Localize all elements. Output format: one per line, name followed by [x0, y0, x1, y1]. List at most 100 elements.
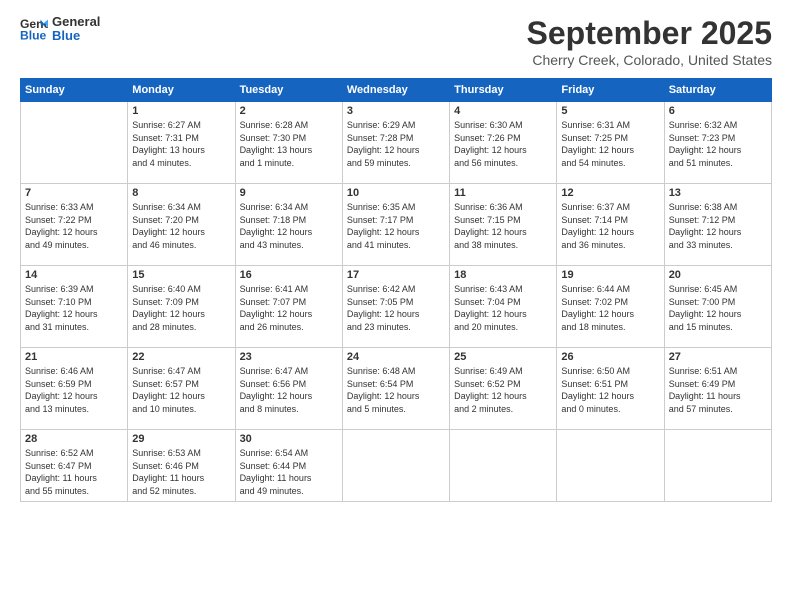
calendar-cell: 21 Sunrise: 6:46 AMSunset: 6:59 PMDayligh…	[21, 348, 128, 430]
day-number: 30	[240, 433, 338, 445]
weekday-header-monday: Monday	[128, 79, 235, 102]
day-info: Sunrise: 6:47 AMSunset: 6:57 PMDaylight:…	[132, 365, 230, 415]
calendar-cell: 24Sunrise: 6:48 AMSunset: 6:54 PMDayligh…	[342, 348, 449, 430]
calendar-cell: 7 Sunrise: 6:33 AMSunset: 7:22 PMDaylight…	[21, 184, 128, 266]
day-number: 23	[240, 351, 338, 363]
calendar-cell: 2 Sunrise: 6:28 AMSunset: 7:30 PMDaylight…	[235, 102, 342, 184]
calendar-cell	[557, 430, 664, 502]
day-info: Sunrise: 6:51 AMSunset: 6:49 PMDaylight:…	[669, 365, 767, 415]
calendar-cell: 5 Sunrise: 6:31 AMSunset: 7:25 PMDaylight…	[557, 102, 664, 184]
calendar-cell: 28Sunrise: 6:52 AMSunset: 6:47 PMDayligh…	[21, 430, 128, 502]
calendar-table: SundayMondayTuesdayWednesdayThursdayFrid…	[20, 78, 772, 502]
logo-icon: General Blue	[20, 15, 48, 43]
day-number: 22	[132, 351, 230, 363]
day-number: 26	[561, 351, 659, 363]
month-title: September 2025	[527, 15, 772, 52]
day-number: 1	[132, 105, 230, 117]
logo-text-blue: Blue	[52, 29, 100, 43]
calendar-cell: 12Sunrise: 6:37 AMSunset: 7:14 PMDayligh…	[557, 184, 664, 266]
day-number: 27	[669, 351, 767, 363]
calendar-cell: 27 Sunrise: 6:51 AMSunset: 6:49 PMDayligh…	[664, 348, 771, 430]
calendar-cell	[450, 430, 557, 502]
calendar-cell	[21, 102, 128, 184]
calendar-cell: 30 Sunrise: 6:54 AMSunset: 6:44 PMDayligh…	[235, 430, 342, 502]
calendar-cell: 15 Sunrise: 6:40 AMSunset: 7:09 PMDayligh…	[128, 266, 235, 348]
day-info: Sunrise: 6:28 AMSunset: 7:30 PMDaylight:…	[240, 119, 338, 169]
day-info: Sunrise: 6:27 AMSunset: 7:31 PMDaylight:…	[132, 119, 230, 169]
day-number: 11	[454, 187, 552, 199]
day-info: Sunrise: 6:35 AMSunset: 7:17 PMDaylight:…	[347, 201, 445, 251]
calendar-cell: 1 Sunrise: 6:27 AMSunset: 7:31 PMDaylight…	[128, 102, 235, 184]
day-info: Sunrise: 6:33 AMSunset: 7:22 PMDaylight:…	[25, 201, 123, 251]
day-number: 9	[240, 187, 338, 199]
calendar-week-row: 1 Sunrise: 6:27 AMSunset: 7:31 PMDaylight…	[21, 102, 772, 184]
calendar-cell: 25Sunrise: 6:49 AMSunset: 6:52 PMDayligh…	[450, 348, 557, 430]
calendar-cell: 17 Sunrise: 6:42 AMSunset: 7:05 PMDayligh…	[342, 266, 449, 348]
day-number: 3	[347, 105, 445, 117]
calendar-cell: 8 Sunrise: 6:34 AMSunset: 7:20 PMDaylight…	[128, 184, 235, 266]
calendar-cell: 26 Sunrise: 6:50 AMSunset: 6:51 PMDayligh…	[557, 348, 664, 430]
header: General Blue General Blue September 2025…	[20, 15, 772, 68]
day-info: Sunrise: 6:29 AMSunset: 7:28 PMDaylight:…	[347, 119, 445, 169]
day-number: 6	[669, 105, 767, 117]
calendar-cell	[342, 430, 449, 502]
day-number: 15	[132, 269, 230, 281]
calendar-week-row: 7 Sunrise: 6:33 AMSunset: 7:22 PMDaylight…	[21, 184, 772, 266]
day-info: Sunrise: 6:40 AMSunset: 7:09 PMDaylight:…	[132, 283, 230, 333]
day-info: Sunrise: 6:44 AMSunset: 7:02 PMDaylight:…	[561, 283, 659, 333]
day-info: Sunrise: 6:46 AMSunset: 6:59 PMDaylight:…	[25, 365, 123, 415]
calendar-cell	[664, 430, 771, 502]
calendar-cell: 10 Sunrise: 6:35 AMSunset: 7:17 PMDayligh…	[342, 184, 449, 266]
calendar-cell: 4 Sunrise: 6:30 AMSunset: 7:26 PMDaylight…	[450, 102, 557, 184]
day-number: 21	[25, 351, 123, 363]
page: General Blue General Blue September 2025…	[0, 0, 792, 612]
location-subtitle: Cherry Creek, Colorado, United States	[527, 52, 772, 68]
day-info: Sunrise: 6:34 AMSunset: 7:18 PMDaylight:…	[240, 201, 338, 251]
calendar-cell: 14 Sunrise: 6:39 AMSunset: 7:10 PMDayligh…	[21, 266, 128, 348]
calendar-cell: 13Sunrise: 6:38 AMSunset: 7:12 PMDayligh…	[664, 184, 771, 266]
calendar-header-row: SundayMondayTuesdayWednesdayThursdayFrid…	[21, 79, 772, 102]
weekday-header-friday: Friday	[557, 79, 664, 102]
calendar-week-row: 14 Sunrise: 6:39 AMSunset: 7:10 PMDayligh…	[21, 266, 772, 348]
calendar-cell: 6 Sunrise: 6:32 AMSunset: 7:23 PMDaylight…	[664, 102, 771, 184]
day-number: 13	[669, 187, 767, 199]
title-area: September 2025 Cherry Creek, Colorado, U…	[527, 15, 772, 68]
svg-text:Blue: Blue	[20, 29, 47, 43]
day-number: 14	[25, 269, 123, 281]
day-number: 4	[454, 105, 552, 117]
day-info: Sunrise: 6:50 AMSunset: 6:51 PMDaylight:…	[561, 365, 659, 415]
day-number: 7	[25, 187, 123, 199]
weekday-header-thursday: Thursday	[450, 79, 557, 102]
day-info: Sunrise: 6:43 AMSunset: 7:04 PMDaylight:…	[454, 283, 552, 333]
day-info: Sunrise: 6:34 AMSunset: 7:20 PMDaylight:…	[132, 201, 230, 251]
logo: General Blue General Blue	[20, 15, 100, 44]
day-info: Sunrise: 6:37 AMSunset: 7:14 PMDaylight:…	[561, 201, 659, 251]
weekday-header-sunday: Sunday	[21, 79, 128, 102]
day-info: Sunrise: 6:42 AMSunset: 7:05 PMDaylight:…	[347, 283, 445, 333]
calendar-week-row: 21 Sunrise: 6:46 AMSunset: 6:59 PMDayligh…	[21, 348, 772, 430]
day-number: 2	[240, 105, 338, 117]
day-number: 17	[347, 269, 445, 281]
day-number: 10	[347, 187, 445, 199]
logo-text-general: General	[52, 15, 100, 29]
day-number: 29	[132, 433, 230, 445]
calendar-cell: 23 Sunrise: 6:47 AMSunset: 6:56 PMDayligh…	[235, 348, 342, 430]
weekday-header-wednesday: Wednesday	[342, 79, 449, 102]
day-number: 8	[132, 187, 230, 199]
calendar-cell: 16 Sunrise: 6:41 AMSunset: 7:07 PMDayligh…	[235, 266, 342, 348]
calendar-cell: 3 Sunrise: 6:29 AMSunset: 7:28 PMDaylight…	[342, 102, 449, 184]
day-info: Sunrise: 6:30 AMSunset: 7:26 PMDaylight:…	[454, 119, 552, 169]
day-info: Sunrise: 6:54 AMSunset: 6:44 PMDaylight:…	[240, 447, 338, 497]
day-info: Sunrise: 6:32 AMSunset: 7:23 PMDaylight:…	[669, 119, 767, 169]
day-number: 28	[25, 433, 123, 445]
day-number: 5	[561, 105, 659, 117]
day-info: Sunrise: 6:31 AMSunset: 7:25 PMDaylight:…	[561, 119, 659, 169]
day-number: 25	[454, 351, 552, 363]
day-info: Sunrise: 6:41 AMSunset: 7:07 PMDaylight:…	[240, 283, 338, 333]
day-number: 16	[240, 269, 338, 281]
day-info: Sunrise: 6:39 AMSunset: 7:10 PMDaylight:…	[25, 283, 123, 333]
calendar-week-row: 28Sunrise: 6:52 AMSunset: 6:47 PMDayligh…	[21, 430, 772, 502]
day-info: Sunrise: 6:36 AMSunset: 7:15 PMDaylight:…	[454, 201, 552, 251]
day-info: Sunrise: 6:47 AMSunset: 6:56 PMDaylight:…	[240, 365, 338, 415]
weekday-header-tuesday: Tuesday	[235, 79, 342, 102]
